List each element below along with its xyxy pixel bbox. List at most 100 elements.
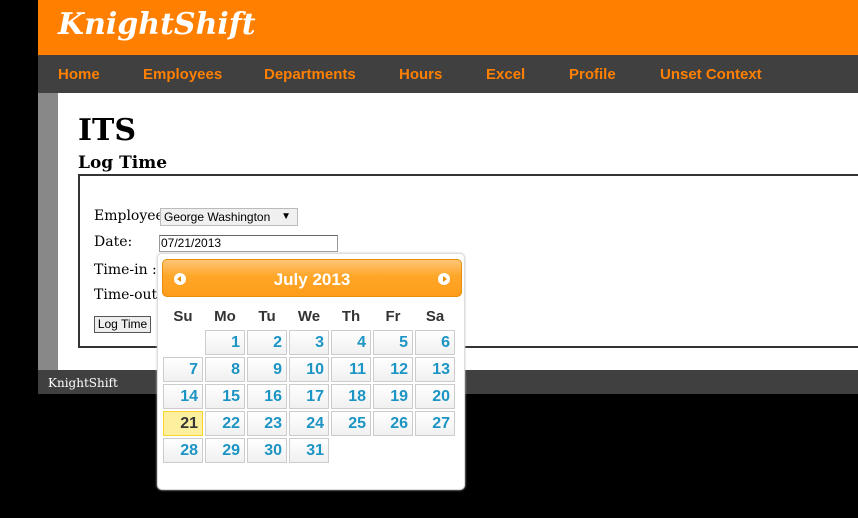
calendar-day[interactable]: 17	[289, 384, 329, 409]
weekday-header: Fr	[385, 307, 401, 325]
date-label: Date:	[94, 234, 133, 250]
nav-item-profile[interactable]: Profile	[569, 66, 616, 83]
calendar-day[interactable]: 25	[331, 411, 371, 436]
calendar-cell: 1	[205, 330, 245, 355]
calendar-day[interactable]: 6	[415, 330, 455, 355]
calendar-day[interactable]: 18	[331, 384, 371, 409]
calendar-day[interactable]: 14	[163, 384, 203, 409]
nav-item-excel[interactable]: Excel	[486, 66, 525, 83]
calendar-cell: 22	[205, 411, 245, 436]
datepicker-header: July 2013	[162, 259, 462, 297]
employee-select-value: George Washington	[164, 210, 271, 224]
side-strip	[38, 93, 58, 370]
calendar-day[interactable]: 24	[289, 411, 329, 436]
calendar-week-row: 28 29 30 31	[163, 438, 455, 463]
calendar-week-row: 123456	[163, 330, 455, 355]
calendar-cell: 17	[289, 384, 329, 409]
calendar-day[interactable]: 11	[331, 357, 371, 382]
calendar-day[interactable]: 2	[247, 330, 287, 355]
nav-item-hours[interactable]: Hours	[399, 66, 442, 83]
weekday-header: Su	[173, 307, 193, 325]
calendar-day-today[interactable]: 21	[163, 411, 203, 436]
calendar-cell: 20	[415, 384, 455, 409]
time-out-label: Time-out :	[94, 287, 167, 303]
weekday-header-row: Su Mo Tu We Th Fr Sa	[163, 304, 455, 328]
calendar-day[interactable]: 20	[415, 384, 455, 409]
calendar-day[interactable]: 10	[289, 357, 329, 382]
date-field[interactable]: 07/21/2013	[159, 235, 338, 252]
calendar-cell: 27	[415, 411, 455, 436]
calendar-cell	[373, 438, 413, 463]
calendar-day[interactable]: 7	[163, 357, 203, 382]
calendar-cell: 6	[415, 330, 455, 355]
calendar-cell: 18	[331, 384, 371, 409]
calendar-cell: 4	[331, 330, 371, 355]
calendar-day[interactable]: 26	[373, 411, 413, 436]
calendar-cell: 12	[373, 357, 413, 382]
calendar-cell: 23	[247, 411, 287, 436]
calendar-cell	[163, 330, 203, 355]
calendar-cell: 21	[163, 411, 203, 436]
calendar-day[interactable]: 22	[205, 411, 245, 436]
employee-select[interactable]: George Washington ▼	[160, 208, 298, 226]
dropdown-arrow-icon: ▼	[281, 211, 291, 222]
calendar-day[interactable]: 27	[415, 411, 455, 436]
brand-logo[interactable]: KnightShift	[58, 7, 256, 42]
calendar-cell: 9	[247, 357, 287, 382]
calendar-day[interactable]: 13	[415, 357, 455, 382]
chevron-right-icon[interactable]	[438, 273, 450, 285]
datepicker-year: 2013	[312, 270, 351, 289]
calendar-day[interactable]: 31	[289, 438, 329, 463]
calendar-day[interactable]: 23	[247, 411, 287, 436]
main-nav: Home Employees Departments Hours Excel P…	[38, 55, 858, 93]
calendar-cell: 16	[247, 384, 287, 409]
calendar-day[interactable]: 4	[331, 330, 371, 355]
datepicker-calendar: Su Mo Tu We Th Fr Sa 1 2 3 4 5 6 7 8 9 10 11 12 13 14…	[161, 302, 457, 465]
nav-item-departments[interactable]: Departments	[264, 66, 356, 83]
calendar-cell: 19	[373, 384, 413, 409]
calendar-day[interactable]: 12	[373, 357, 413, 382]
weekday-header: Mo	[214, 307, 236, 325]
page-title: ITS	[78, 113, 137, 148]
calendar-week-row: 7 8 9 10 11 12 13	[163, 357, 455, 382]
calendar-day[interactable]: 5	[373, 330, 413, 355]
calendar-cell: 25	[331, 411, 371, 436]
datepicker-month: July	[273, 270, 308, 289]
calendar-cell	[415, 438, 455, 463]
calendar-week-row: 14 15 16 17 18 19 20	[163, 384, 455, 409]
time-in-label: Time-in :	[94, 262, 157, 278]
calendar-day[interactable]: 16	[247, 384, 287, 409]
calendar-day[interactable]: 15	[205, 384, 245, 409]
calendar-day[interactable]: 30	[247, 438, 287, 463]
calendar-day[interactable]: 9	[247, 357, 287, 382]
weekday-header: Th	[341, 307, 361, 325]
datepicker-popup: July 2013 Su Mo Tu We Th Fr Sa 123456789…	[157, 253, 465, 490]
calendar-cell: 14	[163, 384, 203, 409]
calendar-cell: 7	[163, 357, 203, 382]
weekday-header: We	[297, 307, 321, 325]
calendar-day[interactable]: 3	[289, 330, 329, 355]
weekday-header: Sa	[425, 307, 445, 325]
calendar-cell: 3	[289, 330, 329, 355]
calendar-cell: 8	[205, 357, 245, 382]
calendar-day[interactable]: 1	[205, 330, 245, 355]
employee-label: Employee:	[94, 208, 169, 224]
calendar-cell: 24	[289, 411, 329, 436]
calendar-cell: 5	[373, 330, 413, 355]
calendar-day[interactable]: 29	[205, 438, 245, 463]
datepicker-days: 1 2 3 4 5 6 7 8 9 10 11 12 13 14 15 16 17 18 19 20 21 22 23 24 2…	[163, 330, 455, 463]
calendar-day[interactable]: 19	[373, 384, 413, 409]
calendar-cell: 30	[247, 438, 287, 463]
nav-item-employees[interactable]: Employees	[143, 66, 222, 83]
log-time-button[interactable]: Log Time	[94, 316, 151, 333]
calendar-day[interactable]: 28	[163, 438, 203, 463]
nav-item-unset-context[interactable]: Unset Context	[660, 66, 762, 83]
calendar-day[interactable]: 8	[205, 357, 245, 382]
nav-item-home[interactable]: Home	[58, 66, 100, 83]
page-subtitle: Log Time	[78, 153, 168, 173]
footer-text: KnightShift	[48, 376, 118, 390]
weekday-header: Tu	[258, 307, 276, 325]
datepicker-title: July 2013	[163, 270, 461, 290]
calendar-cell: 10	[289, 357, 329, 382]
calendar-cell: 11	[331, 357, 371, 382]
